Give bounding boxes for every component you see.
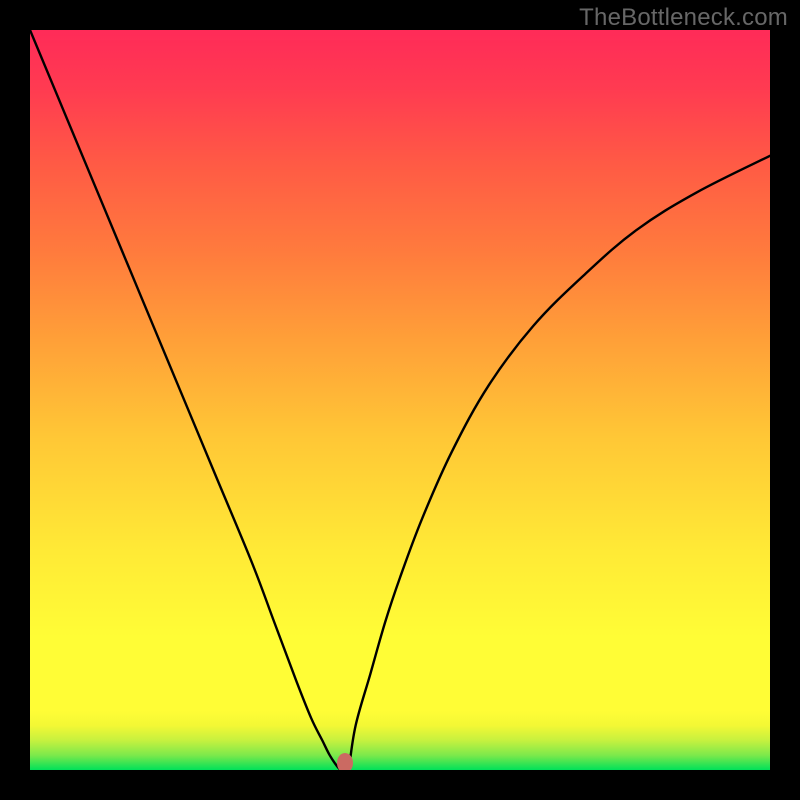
vertex-marker-icon xyxy=(337,753,353,770)
chart-frame: TheBottleneck.com xyxy=(0,0,800,800)
bottleneck-curve xyxy=(30,30,770,770)
watermark-text: TheBottleneck.com xyxy=(579,4,788,32)
plot-area xyxy=(30,30,770,770)
